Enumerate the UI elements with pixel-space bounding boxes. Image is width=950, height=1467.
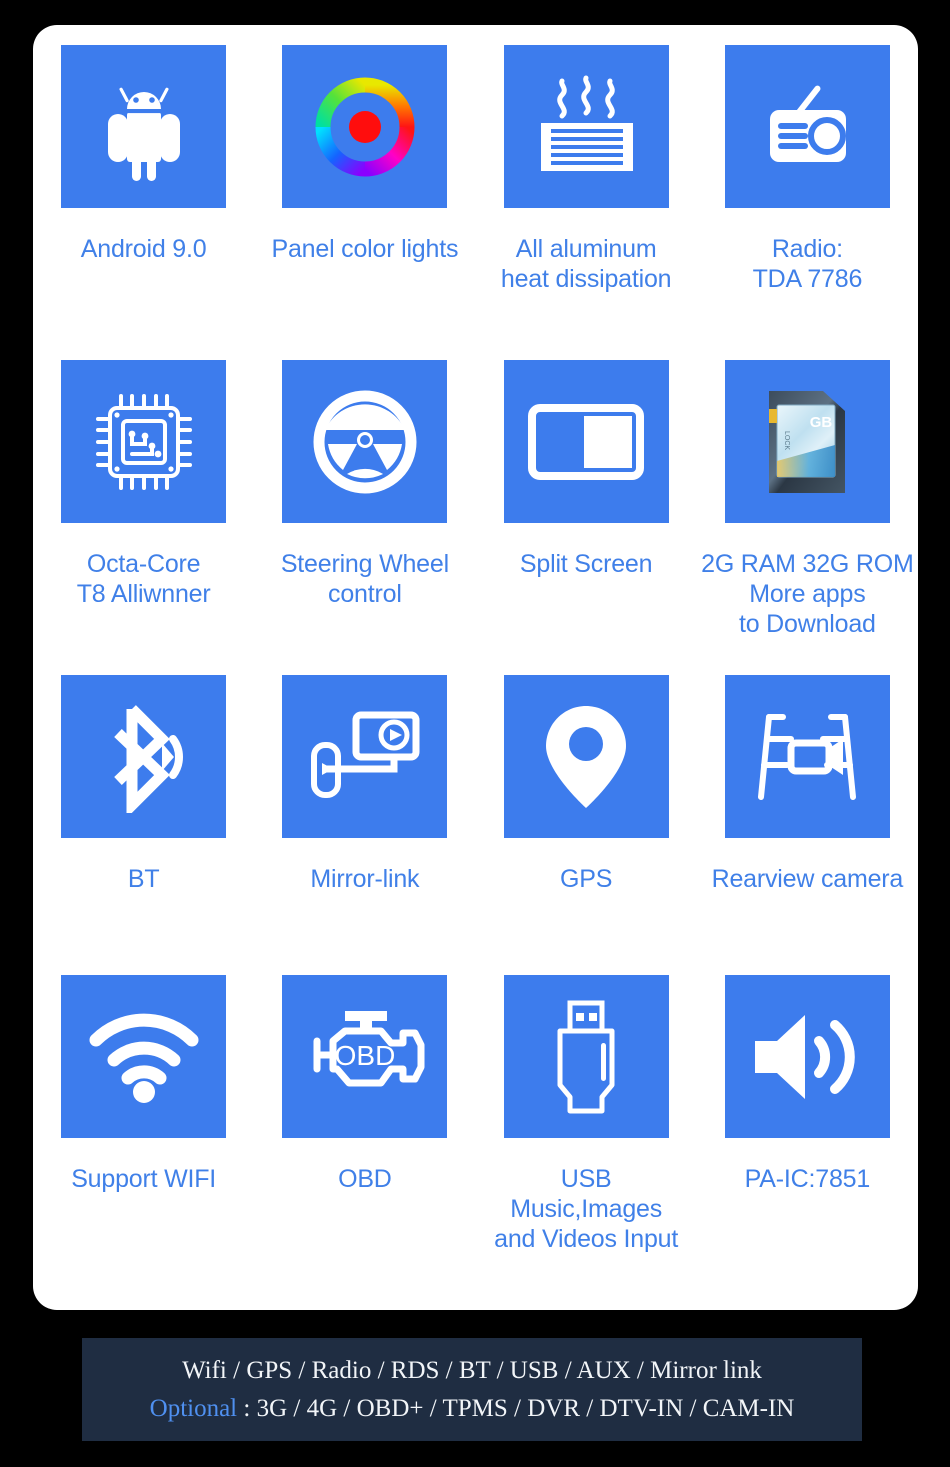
feature-label: Split Screen	[520, 549, 652, 579]
feature-tile	[504, 975, 669, 1138]
feature-tile	[61, 675, 226, 838]
feature-label: Radio: TDA 7786	[753, 234, 863, 294]
radio-icon	[748, 68, 866, 186]
feature-label: BT	[128, 864, 160, 894]
sd-card-capacity-label: GB	[810, 414, 833, 431]
feature-tile	[725, 675, 890, 838]
color-wheel-icon	[310, 72, 420, 182]
steering-wheel-icon	[307, 384, 423, 500]
obd-icon-label: OBD	[335, 1040, 396, 1071]
feature-tile	[504, 675, 669, 838]
android-robot-icon	[89, 72, 199, 182]
feature-item-bluetooth[interactable]: BT	[33, 675, 254, 975]
feature-item-octa-core[interactable]: Octa-Core T8 Alliwnner	[33, 360, 254, 675]
feature-item-panel-color-lights[interactable]: Panel color lights	[254, 45, 475, 360]
feature-label: Panel color lights	[271, 234, 458, 264]
feature-item-pa-ic[interactable]: PA-IC:7851	[697, 975, 918, 1285]
feature-label: Android 9.0	[81, 234, 207, 264]
split-screen-icon	[526, 402, 646, 482]
feature-item-gps[interactable]: GPS	[476, 675, 697, 975]
speaker-volume-icon	[749, 1007, 865, 1107]
feature-label: USB Music,Images and Videos Input	[494, 1164, 678, 1254]
banner-line-standard: Wifi / GPS / Radio / RDS / BT / USB / AU…	[182, 1352, 762, 1390]
obd-engine-icon: OBD	[303, 1005, 427, 1109]
cpu-chip-icon	[88, 386, 200, 498]
feature-tile: GB LOCK	[725, 360, 890, 523]
wifi-icon	[84, 1008, 204, 1106]
feature-label: 2G RAM 32G ROM More apps to Download	[701, 549, 914, 639]
heat-sink-icon	[527, 68, 645, 186]
usb-drive-icon	[546, 997, 626, 1117]
sd-card-icon: GB LOCK	[759, 383, 855, 501]
feature-item-obd[interactable]: OBD OBD	[254, 975, 475, 1285]
rearview-camera-icon	[747, 709, 867, 805]
feature-tile	[725, 45, 890, 208]
feature-card: Android 9.0	[33, 25, 918, 1310]
feature-label: GPS	[560, 864, 612, 894]
feature-tile	[282, 675, 447, 838]
sd-card-lock-label: LOCK	[783, 431, 790, 450]
feature-tile	[725, 975, 890, 1138]
gps-pin-icon	[540, 700, 632, 814]
feature-item-rearview-camera[interactable]: Rearview camera	[697, 675, 918, 975]
feature-label: PA-IC:7851	[745, 1164, 870, 1194]
feature-tile	[504, 45, 669, 208]
feature-label: All aluminum heat dissipation	[501, 234, 672, 294]
banner-optional-label: Optional	[150, 1395, 238, 1422]
feature-label: Support WIFI	[71, 1164, 216, 1194]
feature-item-wifi[interactable]: Support WIFI	[33, 975, 254, 1285]
banner-optional-separator: :	[237, 1395, 256, 1422]
feature-item-mirror-link[interactable]: Mirror-link	[254, 675, 475, 975]
feature-label: Octa-Core T8 Alliwnner	[77, 549, 211, 609]
feature-tile	[282, 45, 447, 208]
feature-item-usb[interactable]: USB Music,Images and Videos Input	[476, 975, 697, 1285]
feature-item-steering-wheel-control[interactable]: Steering Wheel control	[254, 360, 475, 675]
banner-optional-features: 3G / 4G / OBD+ / TPMS / DVR / DTV-IN / C…	[257, 1395, 795, 1422]
mirror-link-icon	[306, 707, 424, 807]
feature-summary-banner: Wifi / GPS / Radio / RDS / BT / USB / AU…	[82, 1338, 862, 1441]
feature-label: OBD	[338, 1164, 392, 1194]
feature-item-split-screen[interactable]: Split Screen	[476, 360, 697, 675]
feature-tile	[282, 360, 447, 523]
bluetooth-icon	[88, 701, 200, 813]
feature-tile	[504, 360, 669, 523]
feature-item-heat-dissipation[interactable]: All aluminum heat dissipation	[476, 45, 697, 360]
feature-tile: OBD	[282, 975, 447, 1138]
feature-tile	[61, 975, 226, 1138]
feature-label: Mirror-link	[310, 864, 419, 894]
feature-item-ram-rom[interactable]: GB LOCK 2G RAM 32G ROM More apps to Down…	[697, 360, 918, 675]
feature-tile	[61, 360, 226, 523]
feature-item-android[interactable]: Android 9.0	[33, 45, 254, 360]
feature-label: Rearview camera	[712, 864, 904, 894]
feature-grid: Android 9.0	[33, 25, 918, 1310]
feature-label: Steering Wheel control	[281, 549, 449, 609]
banner-line-optional: Optional : 3G / 4G / OBD+ / TPMS / DVR /…	[150, 1390, 795, 1428]
feature-item-radio[interactable]: Radio: TDA 7786	[697, 45, 918, 360]
feature-tile	[61, 45, 226, 208]
